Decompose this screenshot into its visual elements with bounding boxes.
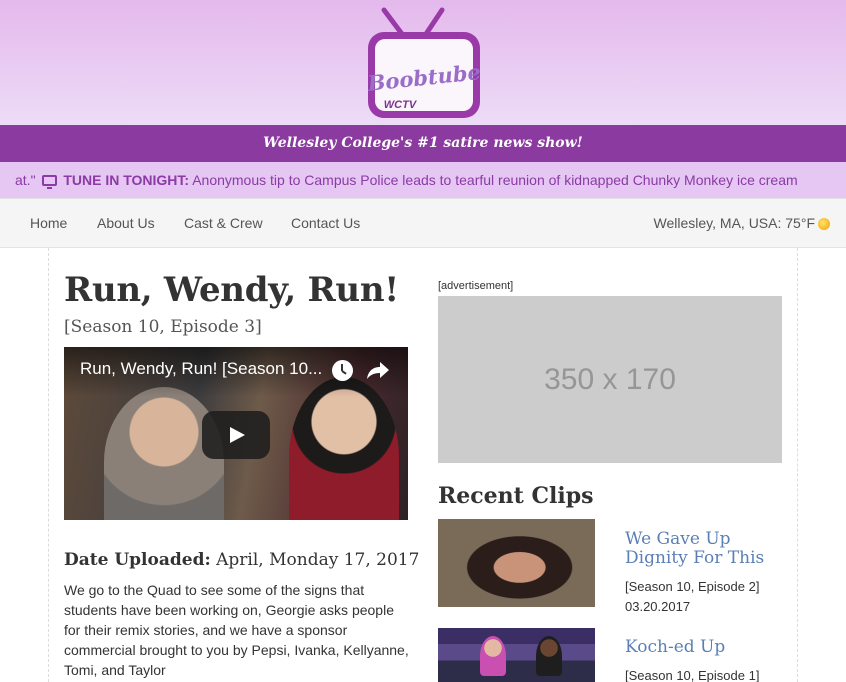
nav-about-us[interactable]: About Us — [97, 199, 155, 247]
post-description: We go to the Quad to see some of the sig… — [64, 582, 409, 678]
nav-contact-us[interactable]: Contact Us — [291, 199, 360, 247]
site-header: Boobtube WCTV — [0, 0, 846, 125]
news-ticker[interactable]: at." TUNE IN TONIGHT: Anonymous tip to C… — [0, 162, 846, 198]
boobtube-logo[interactable]: Boobtube WCTV — [362, 6, 486, 122]
video-frame-person — [289, 377, 399, 520]
clip-episode: [Season 10, Episode 1] — [625, 668, 760, 682]
main-nav: Home About Us Cast & Crew Contact Us Wel… — [0, 198, 846, 248]
recent-clips-heading: Recent Clips — [438, 483, 594, 509]
ticker-label: TUNE IN TONIGHT: — [63, 172, 190, 188]
clip-thumbnail[interactable] — [438, 628, 595, 682]
video-title[interactable]: Run, Wendy, Run! [Season 10... — [80, 359, 322, 379]
tagline-bar: Wellesley College's #1 satire news show! — [0, 125, 846, 162]
date-value: April, Monday 17, 2017 — [216, 550, 420, 570]
logo-subtext: WCTV — [384, 99, 418, 111]
video-player[interactable]: Run, Wendy, Run! [Season 10... — [64, 347, 408, 520]
nav-home[interactable]: Home — [30, 199, 67, 247]
clip-title[interactable]: Koch-ed Up — [625, 638, 795, 657]
share-icon[interactable] — [366, 359, 390, 381]
post-subtitle: [Season 10, Episode 3] — [64, 317, 262, 337]
weather-text: Wellesley, MA, USA: 75°F — [653, 215, 815, 231]
ad-placeholder[interactable]: 350 x 170 — [438, 296, 782, 463]
clip-thumbnail[interactable] — [438, 519, 595, 607]
tagline-text: Wellesley College's #1 satire news show! — [263, 135, 583, 151]
ad-label: [advertisement] — [438, 280, 514, 292]
clip-date: 03.20.2017 — [625, 599, 691, 614]
date-label: Date Uploaded: — [64, 550, 211, 570]
upload-date: Date Uploaded: April, Monday 17, 2017 — [64, 550, 419, 570]
sun-icon — [818, 218, 830, 230]
clip-title[interactable]: We Gave Up Dignity For This — [625, 530, 795, 568]
clip-frame-person — [536, 636, 562, 676]
ticker-text[interactable]: Anonymous tip to Campus Police leads to … — [192, 172, 797, 188]
watch-later-icon[interactable] — [332, 360, 353, 381]
clip-frame-person — [480, 636, 506, 676]
post-title: Run, Wendy, Run! — [64, 270, 399, 310]
ticker-prefix: at." — [15, 172, 36, 188]
tv-icon — [42, 175, 58, 189]
nav-cast-crew[interactable]: Cast & Crew — [184, 199, 263, 247]
play-button[interactable] — [202, 411, 270, 459]
weather-widget: Wellesley, MA, USA: 75°F — [654, 199, 830, 247]
clip-episode: [Season 10, Episode 2] — [625, 579, 760, 594]
